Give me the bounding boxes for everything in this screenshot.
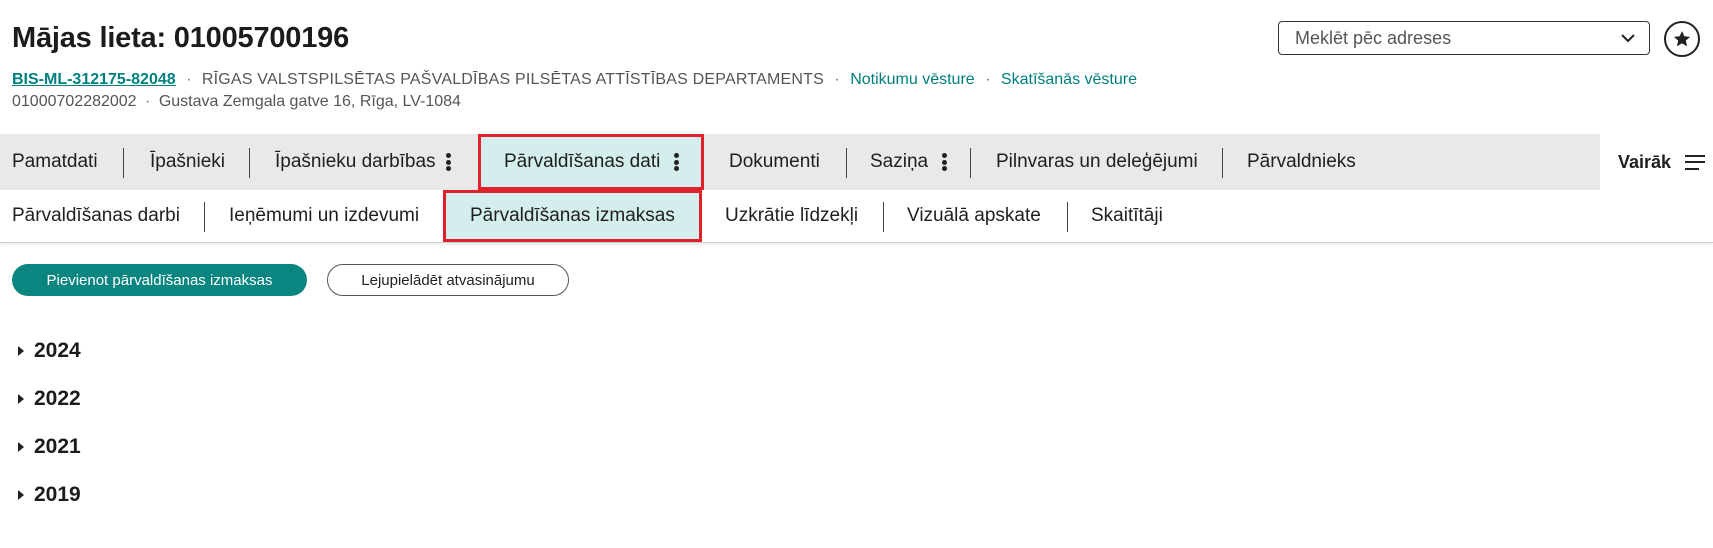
tab-dokumenti[interactable]: Dokumenti	[729, 134, 820, 190]
tab-ipasnieku-darbibas[interactable]: Īpašnieku darbības	[275, 134, 451, 190]
tab-label: Īpašnieki	[150, 151, 225, 172]
address-line: 01000702282002 · Gustava Zemgala gatve 1…	[12, 92, 461, 112]
subtab-label: Vizuālā apskate	[907, 205, 1041, 226]
subtab-skaititaji[interactable]: Skaitītāji	[1091, 190, 1163, 242]
favorite-button[interactable]	[1664, 21, 1700, 57]
subtab-ienemumi-izdevumi[interactable]: Ieņēmumi un izdevumi	[229, 190, 419, 242]
meta-separator: ·	[145, 93, 151, 110]
tab-pamatdati[interactable]: Pamatdati	[12, 134, 98, 190]
more-vertical-icon[interactable]	[445, 153, 451, 171]
more-vertical-icon[interactable]	[674, 153, 680, 171]
view-history-link[interactable]: Skatīšanās vēsture	[1001, 71, 1137, 88]
subtab-label: Uzkrātie līdzekļi	[725, 205, 859, 226]
year-group-2021[interactable]: 2021	[18, 432, 81, 462]
caret-right-icon	[18, 490, 24, 500]
case-code-link[interactable]: BIS-ML-312175-82048	[12, 71, 176, 88]
tab-pilnvaras[interactable]: Pilnvaras un deleģējumi	[996, 134, 1198, 190]
meta-separator: ·	[985, 71, 991, 88]
year-group-2019[interactable]: 2019	[18, 480, 81, 510]
star-icon	[1673, 31, 1691, 47]
caret-right-icon	[18, 346, 24, 356]
year-label: 2019	[34, 483, 81, 506]
subtab-label: Pārvaldīšanas darbi	[12, 205, 180, 226]
year-label: 2021	[34, 435, 81, 458]
tab-label: Dokumenti	[729, 151, 820, 172]
tab-label: Pamatdati	[12, 151, 98, 172]
menu-lines-icon	[1685, 154, 1706, 170]
more-menu-button[interactable]: Vairāk	[1600, 134, 1713, 190]
tab-divider	[249, 148, 250, 178]
subtab-vizuala-apskate[interactable]: Vizuālā apskate	[907, 190, 1041, 242]
subtab-divider	[204, 202, 205, 232]
main-tab-bar: Pamatdati Īpašnieki Īpašnieku darbības P…	[0, 134, 1713, 190]
subtab-label: Skaitītāji	[1091, 205, 1163, 226]
subtab-parvaldisanas-izmaksas[interactable]: Pārvaldīšanas izmaksas	[443, 190, 702, 242]
meta-separator: ·	[834, 71, 840, 88]
year-label: 2022	[34, 387, 81, 410]
tab-label: Saziņa	[870, 151, 929, 172]
case-meta-line: BIS-ML-312175-82048 · RĪGAS VALSTSPILSĒT…	[12, 70, 1137, 90]
more-vertical-icon[interactable]	[942, 153, 948, 171]
tab-divider	[1222, 148, 1223, 178]
subtab-parvaldisanas-darbi[interactable]: Pārvaldīšanas darbi	[12, 190, 180, 242]
year-group-2024[interactable]: 2024	[18, 336, 81, 366]
tab-divider	[846, 148, 847, 178]
tab-label: Pārvaldnieks	[1247, 151, 1356, 172]
subtab-divider	[883, 202, 884, 232]
tab-divider	[123, 148, 124, 178]
event-history-link[interactable]: Notikumu vēsture	[850, 71, 975, 88]
add-management-costs-button[interactable]: Pievienot pārvaldīšanas izmaksas	[12, 264, 307, 296]
tab-label: Pilnvaras un deleģējumi	[996, 151, 1198, 172]
search-placeholder: Meklēt pēc adreses	[1295, 27, 1452, 48]
meta-separator: ·	[186, 71, 192, 88]
tab-label: Pārvaldīšanas dati	[504, 151, 661, 172]
subtab-label: Pārvaldīšanas izmaksas	[470, 205, 675, 226]
download-statement-button[interactable]: Lejupielādēt atvasinājumu	[327, 264, 569, 296]
year-label: 2024	[34, 339, 81, 362]
department-name: RĪGAS VALSTSPILSĒTAS PAŠVALDĪBAS PILSĒTA…	[201, 71, 824, 88]
caret-right-icon	[18, 394, 24, 404]
property-address: Gustava Zemgala gatve 16, Rīga, LV-1084	[158, 93, 461, 110]
year-group-2022[interactable]: 2022	[18, 384, 81, 414]
more-label: Vairāk	[1618, 151, 1672, 172]
sub-tab-bar: Pārvaldīšanas darbi Ieņēmumi un izdevumi…	[0, 190, 1713, 243]
chevron-down-icon	[1621, 34, 1635, 43]
tab-divider	[970, 148, 971, 178]
subtab-divider	[1067, 202, 1068, 232]
subtab-uzkratie-lidzekli[interactable]: Uzkrātie līdzekļi	[725, 190, 858, 242]
cadastre-number: 01000702282002	[12, 93, 137, 110]
address-search-select[interactable]: Meklēt pēc adreses	[1278, 21, 1650, 55]
caret-right-icon	[18, 442, 24, 452]
tab-sazina[interactable]: Saziņa	[870, 134, 948, 190]
subtab-label: Ieņēmumi un izdevumi	[229, 205, 420, 226]
tab-parvaldnieks[interactable]: Pārvaldnieks	[1247, 134, 1356, 190]
tab-ipasnieki[interactable]: Īpašnieki	[150, 134, 225, 190]
tab-parvaldisanas-dati[interactable]: Pārvaldīšanas dati	[478, 134, 704, 190]
tab-label: Īpašnieku darbības	[275, 151, 436, 172]
